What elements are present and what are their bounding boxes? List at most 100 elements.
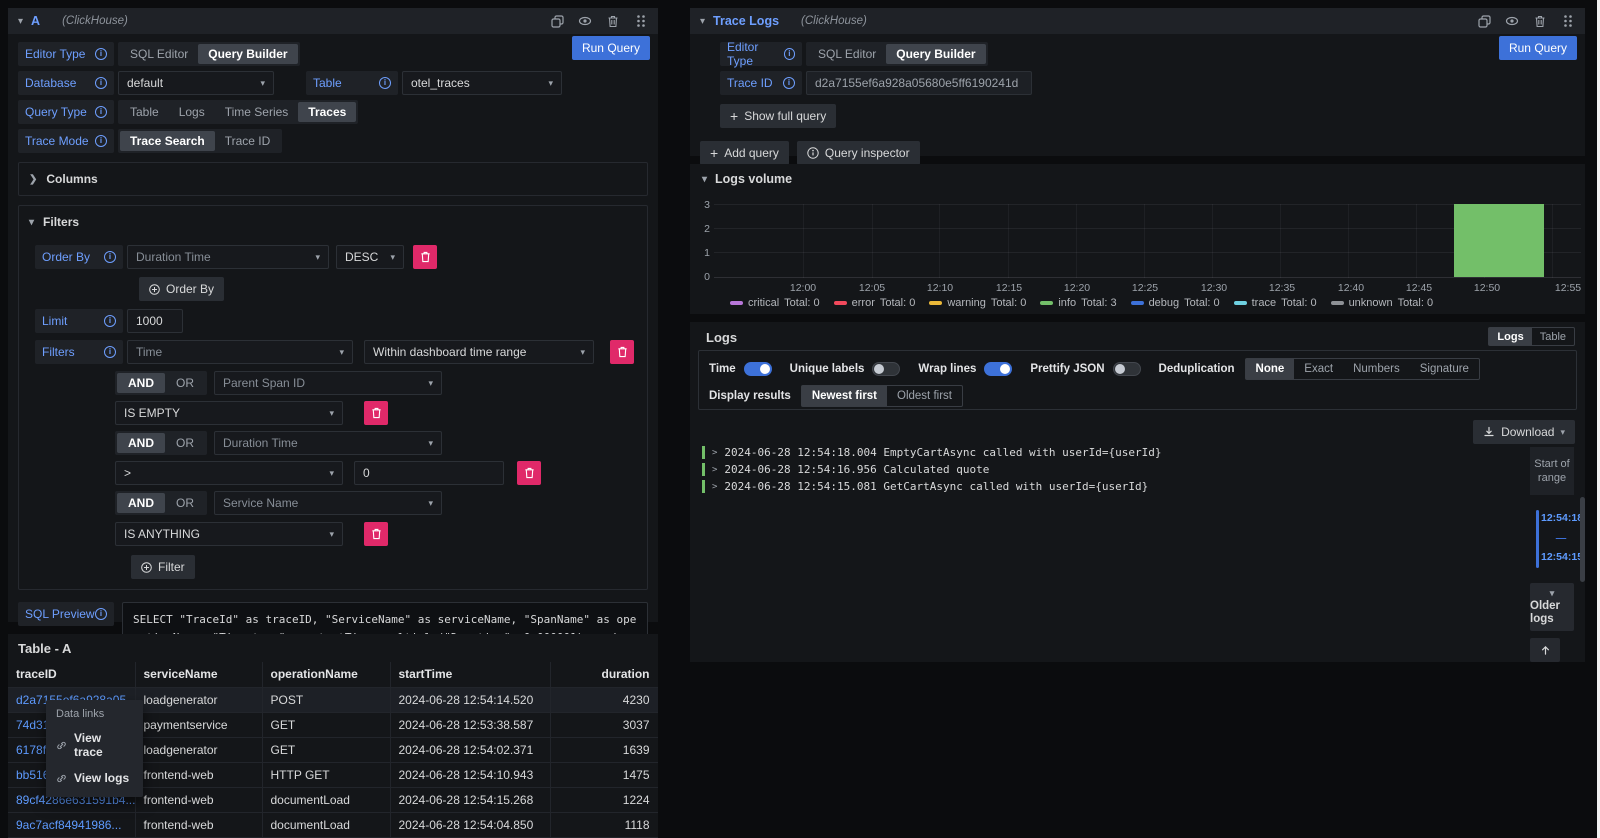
info-icon[interactable]: i xyxy=(95,608,107,620)
filter-field-select[interactable]: Time▾ xyxy=(127,340,353,364)
order-by-direction-select[interactable]: DESC▾ xyxy=(336,245,404,269)
columns-section-header[interactable]: ❯ Columns xyxy=(29,168,637,190)
query-type-logs[interactable]: Logs xyxy=(169,102,215,122)
condition-operator-select[interactable]: IS EMPTY▾ xyxy=(115,401,343,425)
add-order-by-button[interactable]: Order By xyxy=(139,277,224,301)
editor-type-builder[interactable]: Query Builder xyxy=(198,44,297,64)
condition-field-select[interactable]: Parent Span ID▾ xyxy=(214,371,442,395)
order-by-field-select[interactable]: Duration Time▾ xyxy=(127,245,329,269)
editor-type-builder[interactable]: Query Builder xyxy=(886,44,985,64)
condition-field-select[interactable]: Duration Time▾ xyxy=(214,431,442,455)
trash-icon[interactable] xyxy=(1533,14,1547,28)
prettify-json-switch[interactable] xyxy=(1113,362,1141,376)
remove-order-by-button[interactable] xyxy=(413,245,437,269)
drag-handle-icon[interactable] xyxy=(634,14,648,28)
time-switch[interactable] xyxy=(744,362,772,376)
condition-operator-select[interactable]: IS ANYTHING▾ xyxy=(115,522,343,546)
query-inspector-button[interactable]: Query inspector xyxy=(797,141,920,165)
editor-type-sql[interactable]: SQL Editor xyxy=(808,44,886,64)
dedup-signature[interactable]: Signature xyxy=(1410,359,1479,379)
info-icon[interactable]: i xyxy=(104,346,116,358)
remove-condition-button[interactable] xyxy=(517,461,541,485)
expand-chevron-icon[interactable]: > xyxy=(712,465,717,475)
conj-or[interactable]: OR xyxy=(165,493,205,513)
legend-item-error[interactable]: errorTotal: 0 xyxy=(834,297,916,309)
logs-scrollbar[interactable] xyxy=(1580,497,1585,582)
conj-and[interactable]: AND xyxy=(117,373,165,393)
legend-item-warning[interactable]: warningTotal: 0 xyxy=(929,297,1026,309)
condition-operator-select[interactable]: >▾ xyxy=(115,461,343,485)
query-type-table[interactable]: Table xyxy=(120,102,169,122)
eye-icon[interactable] xyxy=(578,14,592,28)
log-line[interactable]: > 2024-06-28 12:54:15.081 GetCartAsync c… xyxy=(702,478,1485,495)
info-icon[interactable]: i xyxy=(95,48,107,60)
col-header-starttime[interactable]: startTime xyxy=(390,662,550,687)
dedup-numbers[interactable]: Numbers xyxy=(1343,359,1410,379)
legend-item-unknown[interactable]: unknownTotal: 0 xyxy=(1331,297,1434,309)
legend-item-trace[interactable]: traceTotal: 0 xyxy=(1234,297,1317,309)
query-type-traces[interactable]: Traces xyxy=(298,102,356,122)
legend-item-info[interactable]: infoTotal: 3 xyxy=(1040,297,1116,309)
condition-field-select[interactable]: Service Name▾ xyxy=(214,491,442,515)
info-icon[interactable]: i xyxy=(784,48,795,60)
legend-item-debug[interactable]: debugTotal: 0 xyxy=(1131,297,1220,309)
info-icon[interactable]: i xyxy=(783,77,795,89)
info-icon[interactable]: i xyxy=(95,77,107,89)
conj-and[interactable]: AND xyxy=(117,493,165,513)
info-icon[interactable]: i xyxy=(95,106,107,118)
log-line[interactable]: > 2024-06-28 12:54:18.004 EmptyCartAsync… xyxy=(702,444,1485,461)
info-icon[interactable]: i xyxy=(379,77,391,89)
newest-first-option[interactable]: Newest first xyxy=(802,386,887,406)
trace-id-link[interactable]: 9ac7acf84941986... xyxy=(8,812,135,837)
col-header-traceid[interactable]: traceID xyxy=(8,662,135,687)
duplicate-icon[interactable] xyxy=(1477,14,1491,28)
remove-filter-button[interactable] xyxy=(610,340,634,364)
limit-input[interactable]: 1000 xyxy=(127,309,183,333)
remove-condition-button[interactable] xyxy=(364,401,388,425)
logs-volume-title[interactable]: Logs volume xyxy=(715,172,792,186)
show-full-query-button[interactable]: +Show full query xyxy=(720,104,836,128)
trace-mode-search[interactable]: Trace Search xyxy=(120,131,215,151)
conj-or[interactable]: OR xyxy=(165,373,205,393)
table-select[interactable]: otel_traces▾ xyxy=(402,71,562,95)
info-icon[interactable]: i xyxy=(104,251,116,263)
info-icon[interactable]: i xyxy=(95,135,107,147)
panel-title[interactable]: A xyxy=(31,14,40,28)
unique-labels-switch[interactable] xyxy=(872,362,900,376)
collapse-chevron-icon[interactable]: ▾ xyxy=(700,16,705,27)
view-logs-link[interactable]: View logs xyxy=(46,765,143,791)
view-table-tab[interactable]: Table xyxy=(1532,328,1574,345)
download-button[interactable]: Download ▾ xyxy=(1473,420,1575,444)
expand-chevron-icon[interactable]: > xyxy=(712,482,717,492)
condition-value-input[interactable]: 0 xyxy=(354,461,504,485)
filter-operator-select[interactable]: Within dashboard time range▾ xyxy=(364,340,594,364)
wrap-lines-switch[interactable] xyxy=(984,362,1012,376)
legend-item-critical[interactable]: criticalTotal: 0 xyxy=(730,297,820,309)
info-icon[interactable]: i xyxy=(104,315,116,327)
add-filter-button[interactable]: Filter xyxy=(131,555,195,579)
dedup-exact[interactable]: Exact xyxy=(1294,359,1343,379)
info-logs-bar[interactable] xyxy=(1454,204,1543,277)
conj-or[interactable]: OR xyxy=(165,433,205,453)
expand-chevron-icon[interactable]: > xyxy=(712,448,717,458)
eye-icon[interactable] xyxy=(1505,14,1519,28)
col-header-operationname[interactable]: operationName xyxy=(262,662,390,687)
drag-handle-icon[interactable] xyxy=(1561,14,1575,28)
run-query-button[interactable]: Run Query xyxy=(572,36,650,60)
conj-and[interactable]: AND xyxy=(117,433,165,453)
collapse-chevron-icon[interactable]: ▾ xyxy=(702,174,707,185)
run-query-button[interactable]: Run Query xyxy=(1499,36,1577,60)
col-header-servicename[interactable]: serviceName xyxy=(135,662,262,687)
logs-volume-plot[interactable] xyxy=(714,204,1581,278)
add-query-button[interactable]: +Add query xyxy=(700,141,789,165)
remove-condition-button[interactable] xyxy=(364,522,388,546)
collapse-chevron-icon[interactable]: ▾ xyxy=(18,16,23,27)
query-type-timeseries[interactable]: Time Series xyxy=(215,102,299,122)
dedup-none[interactable]: None xyxy=(1246,359,1295,379)
oldest-first-option[interactable]: Oldest first xyxy=(887,386,962,406)
panel-title[interactable]: Trace Logs xyxy=(713,14,779,28)
older-logs-button[interactable]: ▾ Older logs xyxy=(1530,583,1574,631)
duplicate-icon[interactable] xyxy=(550,14,564,28)
trash-icon[interactable] xyxy=(606,14,620,28)
view-logs-tab[interactable]: Logs xyxy=(1489,328,1531,345)
